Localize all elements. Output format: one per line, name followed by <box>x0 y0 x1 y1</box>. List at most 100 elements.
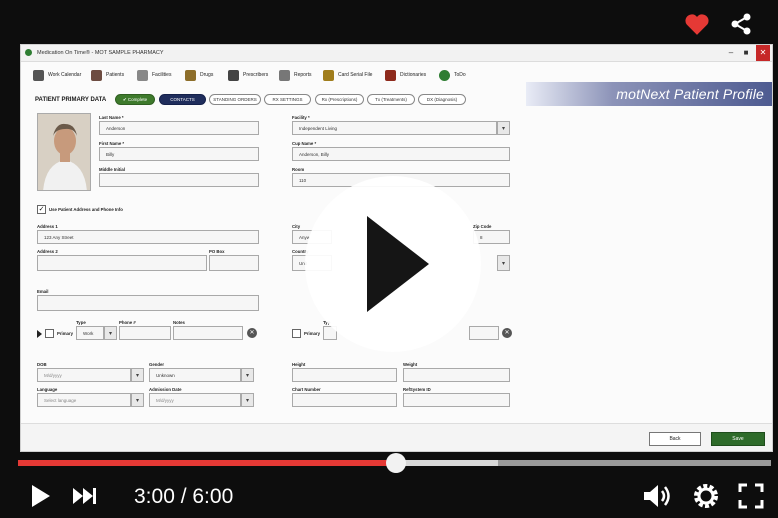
phone-notes-label: Notes <box>173 320 185 325</box>
todo-icon <box>439 69 450 81</box>
menu-patients[interactable]: Patients <box>91 68 124 82</box>
language-label: Language <box>37 387 58 392</box>
fullscreen-icon[interactable] <box>737 482 765 510</box>
po-box-input[interactable] <box>209 255 259 271</box>
menu-prescribers[interactable]: Prescribers <box>228 68 268 82</box>
facility-icon <box>137 69 148 81</box>
address1-label: Address 1 <box>37 224 58 229</box>
language-dropdown-icon[interactable]: ▾ <box>131 393 144 407</box>
back-button[interactable]: Back <box>649 432 701 446</box>
menu-todo[interactable]: ToDo <box>439 68 466 82</box>
facility-select[interactable]: Independent Living <box>292 121 497 135</box>
admission-date-input[interactable]: M/d/yyyy <box>149 393 241 407</box>
app-logo-icon <box>25 49 32 56</box>
menu-label: Work Calendar <box>48 72 82 78</box>
gender-select[interactable]: Unknown <box>149 368 241 382</box>
facility-label: Facility * <box>292 115 310 120</box>
volume-icon[interactable] <box>642 482 674 510</box>
dob-calendar-icon[interactable]: ▾ <box>131 368 144 382</box>
dob-label: DOB <box>37 362 47 367</box>
remove-phone-icon[interactable]: ✕ <box>247 328 257 338</box>
menu-dictionaries[interactable]: Dictionaries <box>385 68 426 82</box>
phone-notes-input[interactable] <box>173 326 243 340</box>
phone-type-label: Type <box>76 320 86 325</box>
room-label: Room <box>292 167 305 172</box>
address2-input[interactable] <box>37 255 207 271</box>
phone-type-select[interactable]: Work <box>76 326 104 340</box>
admission-date-label: Admission Date <box>149 387 182 392</box>
tab-treatments[interactable]: Tx (Treatments) <box>367 94 415 105</box>
ref-system-id-input[interactable] <box>403 393 510 407</box>
remove-phone2-icon[interactable]: ✕ <box>502 328 512 338</box>
dictionary-icon <box>385 69 396 81</box>
minimize-button[interactable]: – <box>724 45 738 61</box>
close-button[interactable]: ✕ <box>756 45 770 61</box>
phone-type-dropdown-icon[interactable]: ▾ <box>104 326 117 340</box>
next-icon[interactable] <box>71 482 99 510</box>
phone2-primary-checkbox[interactable] <box>292 329 301 338</box>
address2-label: Address 2 <box>37 249 58 254</box>
menu-reports[interactable]: Reports <box>279 68 312 82</box>
middle-initial-input[interactable] <box>99 173 259 187</box>
address1-input[interactable]: 123 Any Street <box>37 230 259 244</box>
weight-label: Weight <box>403 362 418 367</box>
admission-date-calendar-icon[interactable]: ▾ <box>241 393 254 407</box>
middle-initial-label: Middle Initial <box>99 167 126 172</box>
section-title: PATIENT PRIMARY DATA <box>35 97 107 103</box>
chart-number-input[interactable] <box>292 393 397 407</box>
phone-number-input[interactable] <box>119 326 171 340</box>
calendar-icon <box>33 69 44 81</box>
cup-name-input[interactable]: Anderson, Billy <box>292 147 510 161</box>
phone-number-label: Phone # <box>119 320 136 325</box>
dob-input[interactable]: M/d/yyyy <box>37 368 131 382</box>
tab-rx-settings[interactable]: RX SETTINGS <box>264 94 311 105</box>
weight-input[interactable] <box>403 368 510 382</box>
use-patient-address-label: Use Patient Address and Phone Info <box>49 207 123 212</box>
tab-prescriptions[interactable]: Rx (Prescriptions) <box>315 94 364 105</box>
gender-label: Gender <box>149 362 165 367</box>
tab-diagnosis[interactable]: DX (Diagnosis) <box>418 94 466 105</box>
first-name-label: First Name * <box>99 141 125 146</box>
last-name-input[interactable]: Anderson <box>99 121 259 135</box>
row-indicator-icon <box>37 330 42 338</box>
email-input[interactable] <box>37 295 259 311</box>
menu-label: Patients <box>106 72 125 78</box>
settings-icon[interactable] <box>692 482 720 510</box>
menu-drugs[interactable]: Drugs <box>185 68 213 82</box>
country-dropdown-icon[interactable]: ▾ <box>497 255 510 271</box>
share-icon[interactable] <box>728 12 754 36</box>
height-input[interactable] <box>292 368 397 382</box>
menu-card-serial-file[interactable]: Card Serial File <box>323 68 372 82</box>
heart-icon[interactable] <box>684 12 710 36</box>
city-label: City <box>292 224 301 229</box>
play-icon <box>367 216 429 312</box>
menu-facilities[interactable]: Facilities <box>137 68 171 82</box>
tab-standing-orders[interactable]: STANDING ORDERS <box>209 94 261 105</box>
use-patient-address-checkbox[interactable]: ✓ <box>37 205 46 214</box>
report-icon <box>279 69 290 81</box>
prescriber-icon <box>228 69 239 81</box>
first-name-input[interactable]: Billy <box>99 147 259 161</box>
menu-label: Prescribers <box>243 72 269 78</box>
po-box-label: PO Box <box>209 249 225 254</box>
facility-dropdown-icon[interactable]: ▾ <box>497 121 510 135</box>
progress-scrubber[interactable] <box>386 453 406 473</box>
menu-label: Card Serial File <box>338 72 373 78</box>
play-icon[interactable] <box>30 482 52 510</box>
gender-dropdown-icon[interactable]: ▾ <box>241 368 254 382</box>
language-select[interactable]: Select language <box>37 393 131 407</box>
phone-primary-checkbox[interactable] <box>45 329 54 338</box>
phone-primary-label: Primary <box>57 331 74 336</box>
maximize-button[interactable]: ■ <box>739 45 753 61</box>
save-button[interactable]: Save <box>711 432 765 446</box>
big-play-button[interactable] <box>305 176 481 352</box>
drug-icon <box>185 69 196 81</box>
email-label: Email <box>37 289 49 294</box>
time-display: 3:00 / 6:00 <box>134 485 234 508</box>
height-label: Height <box>292 362 306 367</box>
ref-system-id-label: RefSystem ID <box>403 387 431 392</box>
profile-banner: motNext Patient Profile <box>526 82 772 106</box>
tab-contacts[interactable]: CONTACTS <box>159 94 206 105</box>
menu-work-calendar[interactable]: Work Calendar <box>33 68 81 82</box>
complete-badge[interactable]: ✔ Complete <box>115 94 155 105</box>
